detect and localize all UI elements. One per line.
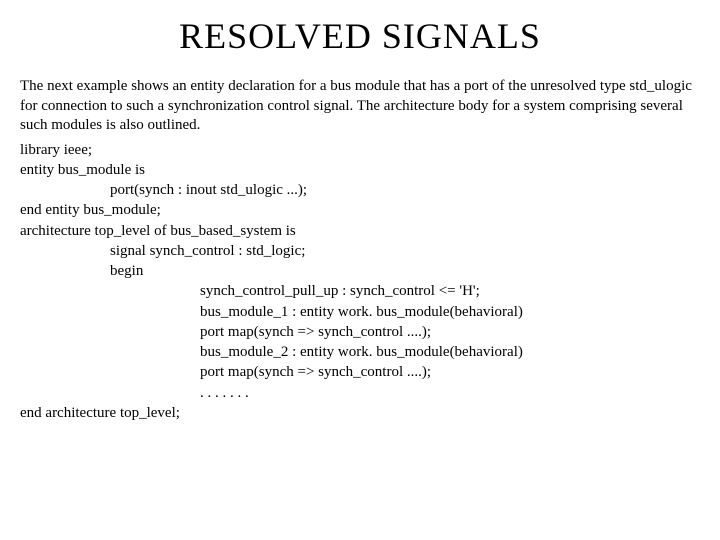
code-line: synch_control_pull_up : synch_control <=… xyxy=(20,281,700,301)
code-line: bus_module_1 : entity work. bus_module(b… xyxy=(20,302,700,322)
code-line: end entity bus_module; xyxy=(20,200,700,220)
code-line: bus_module_2 : entity work. bus_module(b… xyxy=(20,342,700,362)
code-line: port(synch : inout std_ulogic ...); xyxy=(20,180,700,200)
intro-paragraph: The next example shows an entity declara… xyxy=(20,77,700,136)
code-line: port map(synch => synch_control ....); xyxy=(20,322,700,342)
code-line: begin xyxy=(20,261,700,281)
code-line: signal synch_control : std_logic; xyxy=(20,241,700,261)
code-line: architecture top_level of bus_based_syst… xyxy=(20,221,700,241)
code-line: end architecture top_level; xyxy=(20,403,700,423)
code-line: library ieee; xyxy=(20,140,700,160)
code-line: entity bus_module is xyxy=(20,160,700,180)
code-block: library ieee; entity bus_module is port(… xyxy=(20,140,700,424)
page-title: RESOLVED SIGNALS xyxy=(20,15,700,57)
code-line: port map(synch => synch_control ....); xyxy=(20,362,700,382)
code-line: . . . . . . . xyxy=(20,383,700,403)
